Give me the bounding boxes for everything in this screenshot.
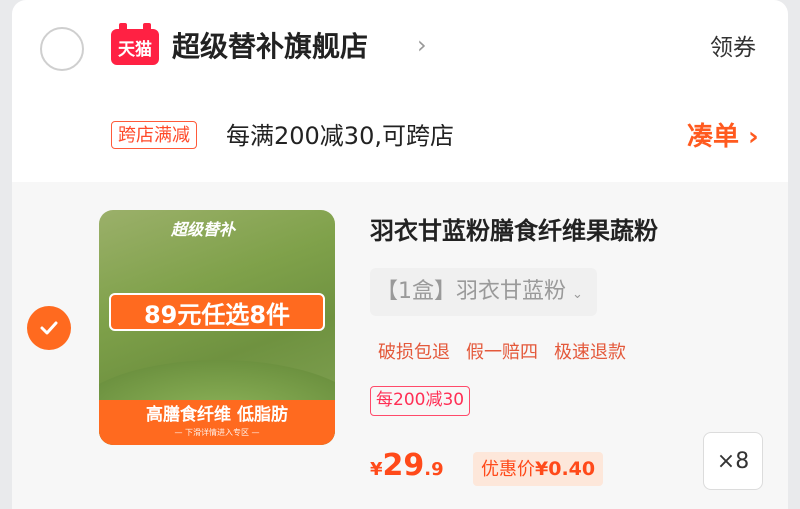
quantity-stepper[interactable]: ×8: [703, 432, 763, 490]
brand-logo: 超级替补: [171, 220, 236, 239]
tmall-logo-icon: 天猫: [111, 23, 159, 65]
service-item: 破损包退: [378, 342, 450, 363]
item-select-check[interactable]: [27, 306, 71, 350]
deal-amount: ¥0.40: [535, 458, 596, 480]
sku-label: 【1盒】羽衣甘蓝粉: [376, 279, 566, 304]
price-symbol: ¥: [370, 459, 383, 480]
sku-selector[interactable]: 【1盒】羽衣甘蓝粉 ⌄: [370, 268, 597, 316]
promo-tag: 跨店满减: [111, 121, 197, 149]
promo-text: 每满200减30,可跨店: [226, 122, 454, 150]
service-guarantees: 破损包退 假一赔四 极速退款: [378, 339, 626, 367]
gather-button[interactable]: 凑单 ›: [687, 117, 759, 157]
coupon-button[interactable]: 领券: [710, 30, 756, 66]
chevron-right-icon[interactable]: ›: [417, 31, 427, 59]
service-item: 假一赔四: [466, 342, 538, 363]
price-decimal: .9: [424, 459, 444, 480]
image-offer-banner: 89元任选8件: [109, 293, 325, 331]
image-footer-main: 高膳食纤维 低脂肪: [146, 405, 288, 425]
image-footer-sub: — 下滑详情进入专区 —: [174, 428, 260, 437]
price: ¥29.9: [370, 446, 444, 490]
discount-tag: 每200减30: [370, 386, 471, 416]
shop-name[interactable]: 超级替补旗舰店: [172, 26, 368, 68]
product-image[interactable]: 超级替补 89元任选8件 高膳食纤维 低脂肪 — 下滑详情进入专区 —: [99, 210, 335, 445]
price-integer: 29: [382, 448, 425, 483]
image-footer: 高膳食纤维 低脂肪 — 下滑详情进入专区 —: [99, 400, 335, 445]
service-item: 极速退款: [554, 342, 626, 363]
product-title[interactable]: 羽衣甘蓝粉膳食纤维果蔬粉: [370, 212, 658, 250]
chevron-down-icon: ⌄: [572, 287, 583, 302]
shop-select-radio[interactable]: [40, 27, 84, 71]
deal-label: 优惠价: [481, 459, 535, 480]
deal-price-badge: 优惠价¥0.40: [473, 452, 604, 486]
checkmark-icon: [40, 321, 58, 335]
